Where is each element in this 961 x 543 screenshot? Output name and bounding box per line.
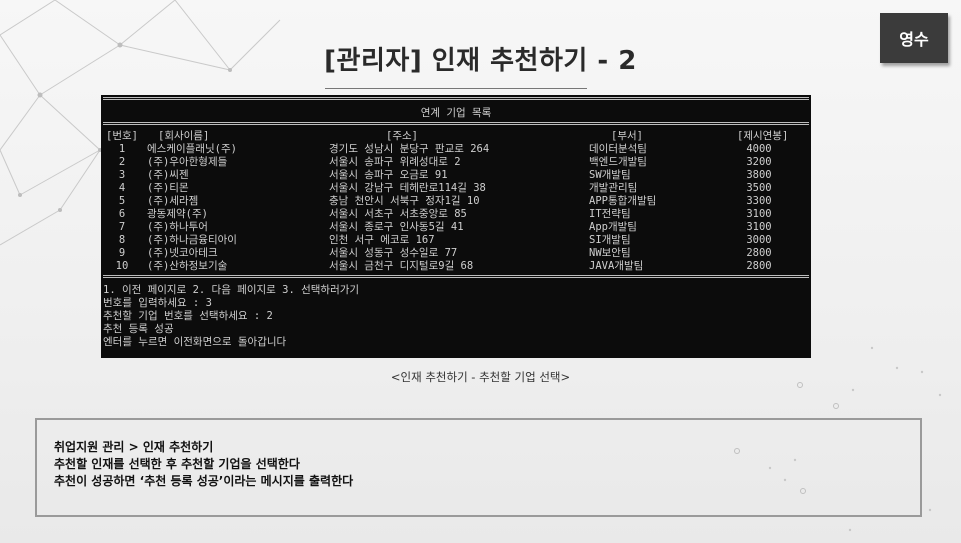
cell-address: 충남 천안시 서북구 정자1길 10 bbox=[329, 195, 480, 207]
table-row: 8 (주)하나금융티아이 인천 서구 에코로 167 SI개발팀 3000 bbox=[101, 234, 811, 247]
column-header-no: [번호] bbox=[106, 130, 138, 142]
table-row: 9 (주)넷코아테크 서울시 성동구 성수일로 77 NW보안팀 2800 bbox=[101, 247, 811, 260]
table-header: [번호] [회사이름] [주소] [부서] [제시연봉] bbox=[101, 130, 811, 143]
cell-no: 6 bbox=[118, 208, 126, 220]
cell-salary: 3300 bbox=[746, 195, 772, 207]
table-row: 1 에스케이플래닛(주) 경기도 성남시 분당구 판교로 264 데이터분석팀 … bbox=[101, 143, 811, 156]
cell-department: 데이터분석팀 bbox=[589, 143, 647, 155]
cell-no: 7 bbox=[118, 221, 126, 233]
title-underline bbox=[325, 88, 587, 89]
cell-salary: 3800 bbox=[746, 169, 772, 181]
cell-salary: 2800 bbox=[746, 247, 772, 259]
table-row: 6 광동제약(주) 서울시 서초구 서초중앙로 85 IT전략팀 3100 bbox=[101, 208, 811, 221]
figure-caption: <인재 추천하기 - 추천할 기업 선택> bbox=[390, 370, 571, 384]
cell-salary: 3100 bbox=[746, 208, 772, 220]
console-menu: 1. 이전 페이지로 2. 다음 페이지로 3. 선택하러가기 bbox=[103, 284, 360, 296]
cell-address: 서울시 종로구 인사동5길 41 bbox=[329, 221, 464, 233]
cell-no: 4 bbox=[118, 182, 126, 194]
console-heading: 연계 기업 목록 bbox=[420, 107, 492, 119]
cell-company: (주)하나금융티아이 bbox=[147, 234, 237, 246]
cell-company: (주)우아한형제들 bbox=[147, 156, 228, 168]
cell-department: APP통합개발팀 bbox=[589, 195, 657, 207]
cell-department: 백엔드개발팀 bbox=[589, 156, 647, 168]
cell-company: 광동제약(주) bbox=[147, 208, 208, 220]
slide-title: [관리자] 인재 추천하기 - 2 bbox=[324, 46, 637, 76]
cell-no: 10 bbox=[115, 260, 129, 272]
column-header-salary: [제시연봉] bbox=[737, 130, 789, 142]
cell-no: 5 bbox=[118, 195, 126, 207]
cell-salary: 3200 bbox=[746, 156, 772, 168]
table-row: 3 (주)씨젠 서울시 송파구 오금로 91 SW개발팀 3800 bbox=[101, 169, 811, 182]
table-row: 4 (주)티몬 서울시 강남구 테헤란로114길 38 개발관리팀 3500 bbox=[101, 182, 811, 195]
cell-department: JAVA개발팀 bbox=[589, 260, 644, 272]
cell-address: 서울시 송파구 오금로 91 bbox=[329, 169, 448, 181]
console-window: 연계 기업 목록 [번호] [회사이름] [주소] [부서] [제시연봉] 1 … bbox=[101, 95, 811, 358]
cell-no: 1 bbox=[118, 143, 126, 155]
column-header-department: [부서] bbox=[611, 130, 643, 142]
table-row: 2 (주)우아한형제들 서울시 송파구 위례성대로 2 백엔드개발팀 3200 bbox=[101, 156, 811, 169]
console-rule bbox=[103, 275, 809, 278]
table-row: 7 (주)하나투어 서울시 종로구 인사동5길 41 App개발팀 3100 bbox=[101, 221, 811, 234]
description-line: 추천할 인재를 선택한 후 추천할 기업을 선택한다 bbox=[54, 457, 300, 471]
cell-company: (주)산하정보기술 bbox=[147, 260, 228, 272]
console-prompt: 번호를 입력하세요 : 3 bbox=[103, 297, 212, 309]
console-enter-hint: 엔터를 누르면 이전화면으로 돌아갑니다 bbox=[103, 336, 287, 348]
console-rule bbox=[103, 122, 809, 125]
cell-address: 서울시 서초구 서초중앙로 85 bbox=[329, 208, 467, 220]
cell-salary: 3100 bbox=[746, 221, 772, 233]
cell-salary: 3500 bbox=[746, 182, 772, 194]
cell-company: (주)넷코아테크 bbox=[147, 247, 218, 259]
description-line: 취업지원 관리 > 인재 추천하기 bbox=[54, 440, 214, 454]
cell-address: 서울시 강남구 테헤란로114길 38 bbox=[329, 182, 486, 194]
table-row: 10 (주)산하정보기술 서울시 금천구 디지털로9길 68 JAVA개발팀 2… bbox=[101, 260, 811, 273]
cell-department: App개발팀 bbox=[589, 221, 637, 233]
cell-company: (주)하나투어 bbox=[147, 221, 208, 233]
cell-salary: 3000 bbox=[746, 234, 772, 246]
cell-no: 2 bbox=[118, 156, 126, 168]
console-prompt: 추천할 기업 번호를 선택하세요 : 2 bbox=[103, 310, 273, 322]
cell-department: SW개발팀 bbox=[589, 169, 631, 181]
description-line: 추천이 성공하면 ‘추천 등록 성공’이라는 메시지를 출력한다 bbox=[54, 474, 354, 488]
cell-address: 서울시 송파구 위례성대로 2 bbox=[329, 156, 461, 168]
cell-company: (주)세라젬 bbox=[147, 195, 199, 207]
cell-salary: 4000 bbox=[746, 143, 772, 155]
cell-no: 9 bbox=[118, 247, 126, 259]
cell-company: (주)티몬 bbox=[147, 182, 189, 194]
console-result: 추천 등록 성공 bbox=[103, 323, 174, 335]
cell-department: NW보안팀 bbox=[589, 247, 631, 259]
column-header-address: [주소] bbox=[386, 130, 418, 142]
cell-salary: 2800 bbox=[746, 260, 772, 272]
description-box: 취업지원 관리 > 인재 추천하기 추천할 인재를 선택한 후 추천할 기업을 … bbox=[35, 418, 922, 517]
console-rule bbox=[103, 97, 809, 100]
presenter-badge: 영수 bbox=[880, 13, 948, 63]
table-row: 5 (주)세라젬 충남 천안시 서북구 정자1길 10 APP통합개발팀 330… bbox=[101, 195, 811, 208]
cell-company: (주)씨젠 bbox=[147, 169, 189, 181]
cell-address: 인천 서구 에코로 167 bbox=[329, 234, 435, 246]
cell-address: 경기도 성남시 분당구 판교로 264 bbox=[329, 143, 490, 155]
cell-company: 에스케이플래닛(주) bbox=[147, 143, 237, 155]
cell-no: 3 bbox=[118, 169, 126, 181]
cell-address: 서울시 금천구 디지털로9길 68 bbox=[329, 260, 474, 272]
cell-address: 서울시 성동구 성수일로 77 bbox=[329, 247, 458, 259]
column-header-company: [회사이름] bbox=[158, 130, 210, 142]
cell-department: SI개발팀 bbox=[589, 234, 631, 246]
cell-department: IT전략팀 bbox=[589, 208, 631, 220]
cell-department: 개발관리팀 bbox=[589, 182, 638, 194]
cell-no: 8 bbox=[118, 234, 126, 246]
